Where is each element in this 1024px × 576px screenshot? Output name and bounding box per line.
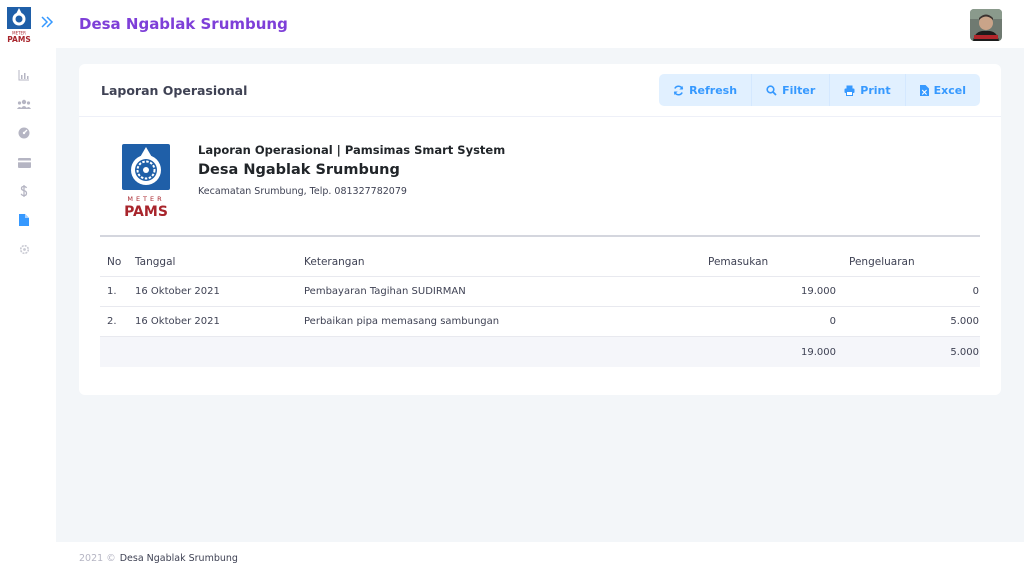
svg-text:PAMS: PAMS	[124, 204, 168, 218]
card-divider	[79, 116, 1001, 117]
svg-text:METER: METER	[127, 195, 164, 203]
col-pengeluaran: Pengeluaran	[849, 255, 915, 268]
user-avatar[interactable]	[970, 9, 1002, 41]
table-total-row: 19.000 5.000	[100, 337, 980, 367]
col-no: No	[107, 255, 122, 268]
report-village-name: Desa Ngablak Srumbung	[198, 162, 400, 178]
row-tanggal: 16 Oktober 2021	[135, 316, 220, 327]
row-pemasukan: 0	[829, 316, 836, 327]
col-pemasukan: Pemasukan	[708, 255, 769, 268]
nav-meter[interactable]	[17, 126, 31, 140]
row-tanggal: 16 Oktober 2021	[135, 286, 220, 297]
svg-text:PAMS: PAMS	[7, 35, 30, 43]
table-header: No Tanggal Keterangan Pemasukan Pengelua…	[100, 247, 980, 277]
row-keterangan: Pembayaran Tagihan SUDIRMAN	[304, 286, 466, 297]
nav-reports[interactable]	[17, 213, 31, 227]
excel-label: Excel	[933, 83, 966, 97]
footer: 2021 © Desa Ngablak Srumbung	[56, 542, 1024, 576]
card-title: Laporan Operasional	[101, 83, 248, 98]
report-subtitle: Laporan Operasional | Pamsimas Smart Sys…	[198, 143, 506, 157]
refresh-button[interactable]: Refresh	[659, 74, 753, 106]
report-toolbar: Refresh Filter Print Excel	[659, 74, 980, 106]
nav-customers[interactable]	[17, 97, 31, 111]
refresh-label: Refresh	[689, 83, 738, 97]
table-row: 1. 16 Oktober 2021 Pembayaran Tagihan SU…	[100, 277, 980, 307]
table-row: 2. 16 Oktober 2021 Perbaikan pipa memasa…	[100, 307, 980, 337]
row-pengeluaran: 0	[972, 286, 979, 297]
sidebar-toggle-icon[interactable]	[40, 14, 54, 30]
brand-logo[interactable]: METER PAMS	[6, 7, 32, 44]
report-table: No Tanggal Keterangan Pemasukan Pengelua…	[100, 247, 980, 367]
excel-file-icon	[919, 84, 929, 96]
row-pemasukan: 19.000	[801, 286, 836, 297]
gauge-icon	[18, 124, 30, 143]
gear-icon	[19, 240, 30, 259]
print-label: Print	[860, 83, 891, 97]
footer-year: 2021 ©	[79, 553, 116, 564]
nav-settings[interactable]	[17, 242, 31, 256]
row-no: 2.	[107, 316, 117, 327]
total-pengeluaran: 5.000	[950, 346, 979, 358]
row-keterangan: Perbaikan pipa memasang sambungan	[304, 316, 500, 327]
app-title: Desa Ngablak Srumbung	[79, 15, 288, 33]
nav-payments[interactable]	[17, 184, 31, 198]
search-icon	[766, 84, 777, 96]
row-no: 1.	[107, 286, 117, 297]
dollar-icon	[20, 182, 28, 201]
report-card: Laporan Operasional Refresh Filter Print…	[79, 64, 1001, 395]
chart-icon	[18, 66, 30, 85]
sidebar: METER PAMS	[0, 0, 56, 576]
footer-org-link[interactable]: Desa Ngablak Srumbung	[120, 553, 238, 564]
filter-label: Filter	[782, 83, 816, 97]
row-pengeluaran: 5.000	[950, 316, 979, 327]
col-keterangan: Keterangan	[304, 255, 365, 268]
topbar: Desa Ngablak Srumbung	[56, 0, 1024, 48]
filter-button[interactable]: Filter	[752, 74, 831, 106]
printer-icon	[844, 85, 855, 96]
card-icon	[17, 153, 31, 172]
footer-copyright: 2021 © Desa Ngablak Srumbung	[79, 553, 238, 564]
users-icon	[17, 95, 31, 114]
col-tanggal: Tanggal	[135, 255, 176, 268]
report-address: Kecamatan Srumbung, Telp. 081327782079	[198, 186, 407, 197]
file-icon	[19, 211, 29, 230]
print-button[interactable]: Print	[830, 74, 906, 106]
nav-report-chart[interactable]	[17, 68, 31, 82]
report-divider	[100, 235, 980, 237]
total-pemasukan: 19.000	[801, 346, 836, 358]
excel-button[interactable]: Excel	[905, 74, 980, 106]
nav-billing[interactable]	[17, 155, 31, 169]
refresh-icon	[673, 85, 684, 96]
report-logo: METER PAMS	[120, 144, 172, 220]
